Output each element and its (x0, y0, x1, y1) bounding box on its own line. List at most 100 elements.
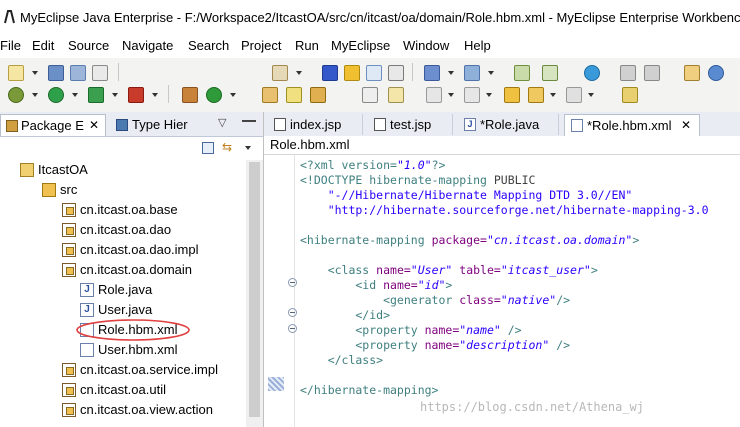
external-tools-dropdown-icon[interactable] (112, 93, 118, 97)
globe-icon[interactable] (708, 65, 724, 81)
tab-role-hbm-xml[interactable]: *Role.hbm.xml ✕ (564, 114, 700, 136)
back-icon[interactable] (528, 87, 544, 103)
show-whitespace-icon[interactable] (388, 87, 404, 103)
forward-icon[interactable] (566, 87, 582, 103)
wizard-dropdown-icon[interactable] (448, 71, 454, 75)
prev-annotation-icon[interactable] (464, 87, 480, 103)
tab-package-explorer[interactable]: Package E ✕ (0, 114, 106, 136)
breadcrumb: Role.hbm.xml (264, 136, 740, 155)
menu-edit[interactable]: Edit (32, 38, 54, 53)
close-icon[interactable]: ✕ (89, 115, 99, 136)
menu-navigate[interactable]: Navigate (122, 38, 173, 53)
close-icon[interactable]: ✕ (681, 115, 691, 136)
tab-test-jsp[interactable]: test.jsp (368, 114, 453, 135)
tree-scrollbar[interactable] (246, 160, 263, 427)
back-dropdown-icon[interactable] (550, 93, 556, 97)
next-annotation-icon[interactable] (426, 87, 442, 103)
view-menu-icon[interactable] (245, 146, 251, 150)
save-all-icon[interactable] (70, 65, 86, 81)
server-run-icon[interactable] (128, 87, 144, 103)
server-icon[interactable] (388, 65, 404, 81)
forward-dropdown-icon[interactable] (588, 93, 594, 97)
db-browser-icon[interactable] (366, 65, 382, 81)
menu-help[interactable]: Help (464, 38, 491, 53)
main-toolbar (0, 58, 740, 113)
minimize-icon[interactable]: ▽ (218, 116, 226, 129)
external-tools-icon[interactable] (88, 87, 104, 103)
tree-item-label: cn.itcast.oa.domain (80, 262, 193, 277)
package-explorer-icon[interactable] (344, 65, 360, 81)
package-icon (62, 263, 76, 277)
fold-collapse-icon[interactable] (288, 278, 297, 287)
debug-icon[interactable] (8, 87, 24, 103)
tree-item-label: cn.itcast.oa.util (80, 382, 166, 397)
jsp-file-icon (374, 118, 386, 131)
tab-type-hierarchy[interactable]: Type Hier (108, 114, 208, 135)
jsp-file-icon (274, 118, 286, 131)
next-edit-icon[interactable] (644, 65, 660, 81)
print-icon[interactable] (92, 65, 108, 81)
code-line: "http://hibernate.sourceforge.net/hibern… (300, 203, 709, 217)
new-dropdown-icon[interactable] (32, 71, 38, 75)
type-hierarchy-icon (116, 119, 128, 131)
tools-dropdown-icon[interactable] (488, 71, 494, 75)
menu-run[interactable]: Run (295, 38, 319, 53)
code-text[interactable]: <?xml version="1.0"?> <!DOCTYPE hibernat… (300, 155, 709, 397)
prev-annotation-dropdown-icon[interactable] (486, 93, 492, 97)
collapse-all-icon[interactable] (202, 142, 214, 154)
deploy-icon[interactable] (322, 65, 338, 81)
new-web-project-icon[interactable] (206, 87, 222, 103)
breadcrumb-item[interactable]: Role.hbm.xml (270, 136, 349, 154)
window-title: MyEclipse Java Enterprise - F:/Workspace… (20, 10, 740, 25)
tree-item-label: Role.java (98, 282, 153, 297)
tools-icon[interactable] (464, 65, 480, 81)
tab-label: *Role.hbm.xml (587, 118, 672, 133)
run-dropdown-icon[interactable] (72, 93, 78, 97)
toggle-mark-icon[interactable] (362, 87, 378, 103)
maximize-bar-icon[interactable] (242, 120, 256, 122)
web-icon[interactable] (514, 65, 530, 81)
open-type-dropdown-icon[interactable] (296, 71, 302, 75)
wizard-icon[interactable] (424, 65, 440, 81)
tab-label: test.jsp (390, 117, 432, 132)
link-with-editor-icon[interactable]: ⇆ (222, 140, 232, 154)
new-class-icon[interactable] (182, 87, 198, 103)
perspective-icon[interactable] (684, 65, 700, 81)
server-run-dropdown-icon[interactable] (152, 93, 158, 97)
tree-item-label: User.hbm.xml (98, 342, 178, 357)
menu-search[interactable]: Search (188, 38, 229, 53)
open-type-icon[interactable] (272, 65, 288, 81)
menu-myeclipse[interactable]: MyEclipse (331, 38, 390, 53)
scrollbar-thumb[interactable] (249, 162, 260, 417)
menu-file[interactable]: File (0, 38, 21, 53)
new-web-project-dropdown-icon[interactable] (230, 93, 236, 97)
tab-role-java[interactable]: J *Role.java (458, 114, 559, 135)
title-bar: MyEclipse Java Enterprise - F:/Workspace… (0, 0, 740, 36)
debug-dropdown-icon[interactable] (32, 93, 38, 97)
toolbar-separator (118, 63, 119, 81)
prev-edit-icon[interactable] (620, 65, 636, 81)
pencil-icon[interactable] (286, 87, 302, 103)
editor-tabs: index.jsp test.jsp J *Role.java *Role.hb… (264, 112, 740, 137)
fold-collapse-icon[interactable] (288, 308, 297, 317)
menu-project[interactable]: Project (241, 38, 281, 53)
menu-source[interactable]: Source (68, 38, 109, 53)
save-icon[interactable] (48, 65, 64, 81)
search-icon[interactable] (310, 87, 326, 103)
run-icon[interactable] (48, 87, 64, 103)
new-icon[interactable] (8, 65, 24, 81)
package-icon (62, 403, 76, 417)
pin-icon[interactable] (622, 87, 638, 103)
code-line: </hibernate-mapping> (300, 383, 439, 397)
browser-icon[interactable] (584, 65, 600, 81)
last-edit-icon[interactable] (504, 87, 520, 103)
tree-item-label: ItcastOA (38, 162, 88, 177)
package-icon (62, 383, 76, 397)
next-annotation-dropdown-icon[interactable] (448, 93, 454, 97)
menu-window[interactable]: Window (403, 38, 449, 53)
open-folder-icon[interactable] (262, 87, 278, 103)
tab-index-jsp[interactable]: index.jsp (268, 114, 363, 135)
report-icon[interactable] (542, 65, 558, 81)
fold-collapse-icon[interactable] (288, 324, 297, 333)
current-line-marker-icon (268, 377, 284, 391)
